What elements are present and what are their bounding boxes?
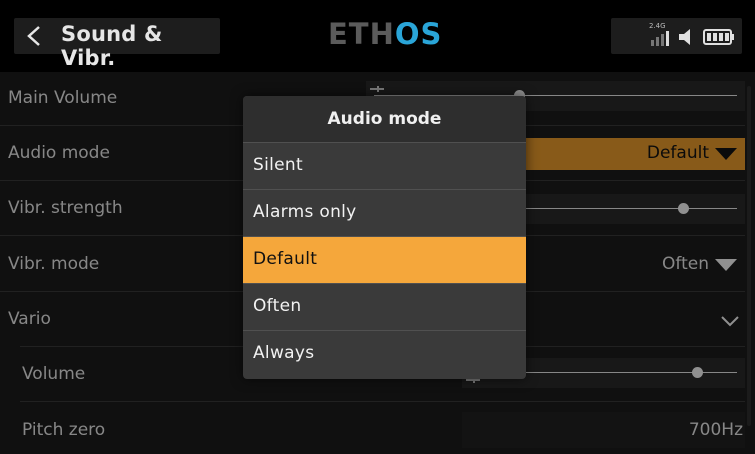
popup-option-label: Always <box>253 343 315 363</box>
top-bar: Sound & Vibr. ETHOS 2.4G <box>0 0 755 72</box>
speaker-icon <box>679 29 690 45</box>
popup-option-silent[interactable]: Silent <box>243 142 526 189</box>
popup-option-label: Default <box>253 249 318 269</box>
rf-label: 2.4G <box>649 22 666 30</box>
popup-option-alarms-only[interactable]: Alarms only <box>243 189 526 236</box>
status-area[interactable]: 2.4G <box>611 18 742 54</box>
popup-option-label: Often <box>253 296 302 316</box>
back-button[interactable]: Sound & Vibr. <box>14 18 220 70</box>
popup-option-often[interactable]: Often <box>243 283 526 330</box>
signal-icon <box>651 31 669 46</box>
popup-option-label: Silent <box>253 155 303 175</box>
popup-title: Audio mode <box>243 96 526 142</box>
popup-option-default[interactable]: Default <box>243 236 526 283</box>
back-icon <box>27 26 40 46</box>
popup-option-label: Alarms only <box>253 202 357 222</box>
popup-option-always[interactable]: Always <box>243 330 526 377</box>
page-title: Sound & Vibr. <box>61 22 163 70</box>
battery-icon <box>703 29 734 45</box>
audio-mode-popup: Audio mode Silent Alarms only Default Often… <box>243 96 526 379</box>
ethos-logo: ETHOS <box>328 17 443 51</box>
